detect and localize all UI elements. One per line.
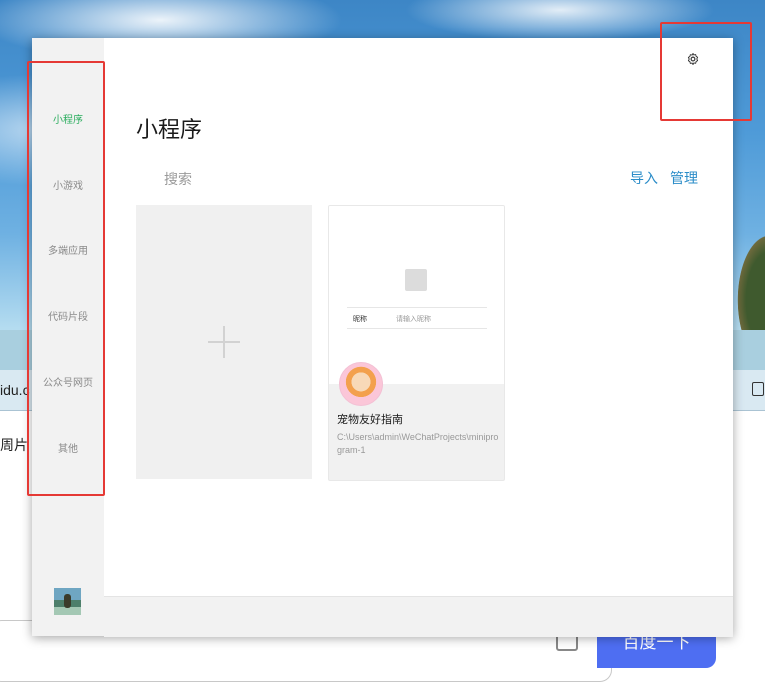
- plus-icon-vertical: [223, 326, 225, 358]
- manage-link[interactable]: 管理: [670, 168, 698, 188]
- highlight-box-settings: [660, 22, 752, 121]
- project-card[interactable]: 昵称 请输入昵称 宠物友好指南 C:\Users\admin\WeChatPro…: [328, 205, 505, 481]
- background-side-text: 周片: [0, 437, 28, 453]
- user-avatar[interactable]: [54, 588, 81, 615]
- highlight-box-sidebar: [27, 61, 105, 496]
- preview-divider: [347, 328, 487, 329]
- search-input[interactable]: 搜索: [164, 169, 192, 189]
- page-title: 小程序: [136, 117, 203, 142]
- preview-divider: [347, 307, 487, 308]
- project-avatar: [339, 362, 383, 406]
- create-project-card[interactable]: [136, 205, 312, 479]
- preview-field-placeholder: 请输入昵称: [396, 316, 431, 323]
- project-name: 宠物友好指南: [337, 414, 403, 426]
- footer-bar: [104, 596, 733, 637]
- project-preview: 昵称 请输入昵称: [329, 206, 504, 384]
- address-text: idu.c: [0, 382, 30, 398]
- preview-field-label: 昵称: [353, 316, 367, 323]
- user-placeholder-icon: [405, 269, 427, 291]
- browser-action-icon: [752, 382, 764, 396]
- import-link[interactable]: 导入: [630, 168, 658, 188]
- island-image: [730, 210, 765, 330]
- project-path: C:\Users\admin\WeChatProjects\miniprogra…: [337, 432, 499, 455]
- devtools-project-window: 小程序 小游戏 多端应用 代码片段 公众号网页 其他 小程序 搜索 导入 管理 …: [32, 38, 733, 637]
